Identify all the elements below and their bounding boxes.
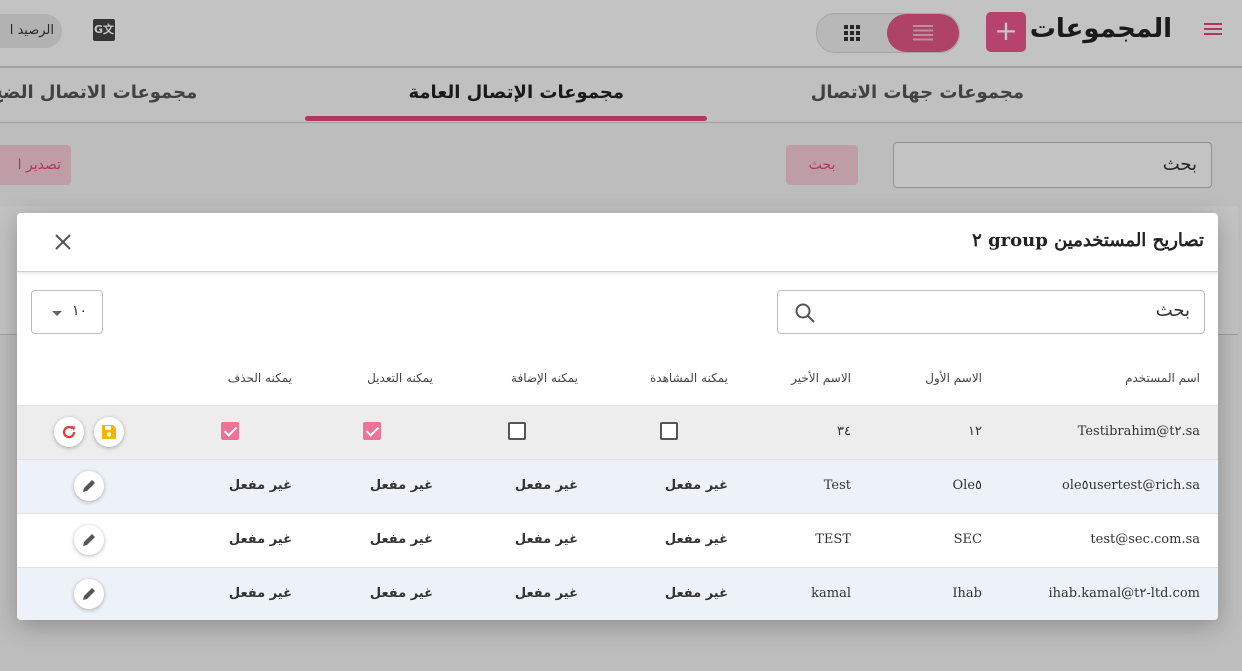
cell-last-name: kamal <box>811 586 851 601</box>
cell-can-add: غير مفعل <box>514 586 578 601</box>
cell-can-delete: غير مفعل <box>228 532 292 547</box>
cell-can-delete: غير مفعل <box>228 586 292 601</box>
table-row-editing: Testibrahim@t٢.sa ١٢ ٣٤ <box>17 405 1218 459</box>
header-can-edit[interactable]: يمكنه التعديل <box>367 371 433 385</box>
cell-last-name: TEST <box>815 532 851 547</box>
cell-username: Testibrahim@t٢.sa <box>1077 424 1200 439</box>
table-row: ihab.kamal@t٢-ltd.com Ihab kamal غير مفع… <box>17 567 1218 620</box>
header-username[interactable]: اسم المستخدم <box>1125 371 1200 385</box>
table-header: اسم المستخدم الاسم الأول الاسم الأخير يم… <box>17 351 1218 405</box>
search-icon <box>795 303 815 323</box>
edit-row-button[interactable] <box>74 579 104 609</box>
cell-can-add: غير مفعل <box>514 532 578 547</box>
cell-last-name: Test <box>823 478 851 493</box>
cell-can-delete: غير مفعل <box>228 478 292 493</box>
cell-can-edit: غير مفعل <box>369 478 433 493</box>
cell-can-edit: غير مفعل <box>369 586 433 601</box>
cell-first-name: ١٢ <box>968 424 982 439</box>
pencil-icon <box>83 588 95 600</box>
cell-can-view: غير مفعل <box>664 586 728 601</box>
edit-row-button[interactable] <box>74 471 104 501</box>
cell-can-view: غير مفعل <box>664 478 728 493</box>
header-last-name[interactable]: الاسم الأخير <box>791 371 851 385</box>
header-can-delete[interactable]: يمكنه الحذف <box>228 371 292 385</box>
table-row: test@sec.com.sa SEC TEST غير مفعل غير مف… <box>17 513 1218 567</box>
cell-last-name: ٣٤ <box>837 424 851 439</box>
can-add-checkbox[interactable] <box>508 422 526 440</box>
cell-first-name: Ihab <box>952 586 982 601</box>
page-size-select[interactable]: ١٠ <box>31 290 103 334</box>
cell-can-edit: غير مفعل <box>369 532 433 547</box>
dialog-title: ٢ group تصاريح المستخدمين <box>972 230 1204 251</box>
pencil-icon <box>83 480 95 492</box>
reset-button[interactable] <box>54 417 84 447</box>
cell-first-name: Ole٥ <box>952 478 983 493</box>
cell-username: test@sec.com.sa <box>1090 532 1200 547</box>
chevron-down-icon <box>52 311 62 316</box>
user-permissions-dialog: ٢ group تصاريح المستخدمين بحث ١٠ اسم الم… <box>17 213 1218 620</box>
cell-can-add: غير مفعل <box>514 478 578 493</box>
cell-username: ihab.kamal@t٢-ltd.com <box>1048 586 1200 601</box>
save-icon <box>102 425 116 439</box>
can-delete-checkbox[interactable] <box>221 422 239 440</box>
edit-row-button[interactable] <box>74 525 104 555</box>
header-can-add[interactable]: يمكنه الإضافة <box>511 371 578 385</box>
can-view-checkbox[interactable] <box>660 422 678 440</box>
table-row: ole٥usertest@rich.sa Ole٥ Test غير مفعل … <box>17 459 1218 513</box>
header-first-name[interactable]: الاسم الأول <box>925 371 982 385</box>
dialog-search-input[interactable]: بحث <box>777 290 1205 334</box>
header-can-view[interactable]: يمكنه المشاهدة <box>650 371 728 385</box>
pencil-icon <box>83 534 95 546</box>
cell-username: ole٥usertest@rich.sa <box>1061 478 1200 493</box>
save-button[interactable] <box>94 417 124 447</box>
can-edit-checkbox[interactable] <box>363 422 381 440</box>
page-size-value: ١٠ <box>72 303 88 319</box>
cell-can-view: غير مفعل <box>664 532 728 547</box>
dialog-search-text: بحث <box>1155 300 1190 321</box>
dialog-header: ٢ group تصاريح المستخدمين <box>17 213 1218 272</box>
close-icon[interactable] <box>53 232 73 252</box>
refresh-icon <box>62 425 76 439</box>
cell-first-name: SEC <box>953 532 982 547</box>
permissions-table: اسم المستخدم الاسم الأول الاسم الأخير يم… <box>17 351 1218 620</box>
